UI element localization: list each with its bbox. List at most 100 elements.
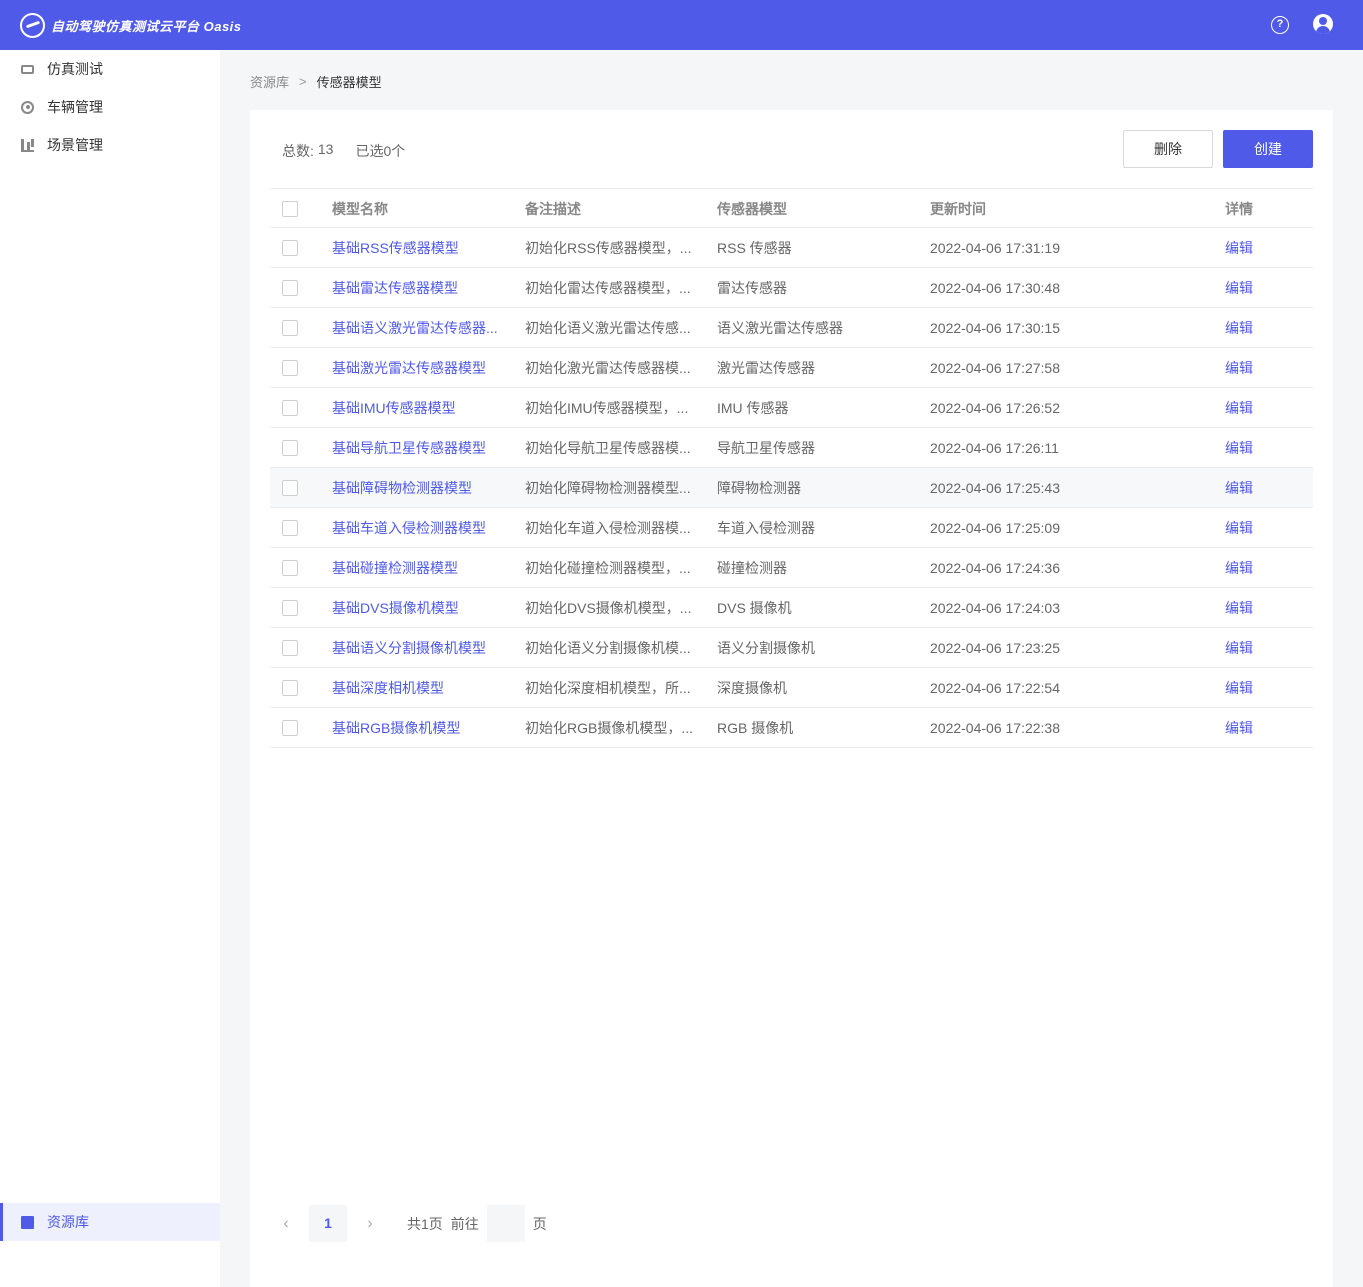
page-number-button[interactable]: 1 (309, 1205, 347, 1242)
model-name-link[interactable]: 基础激光雷达传感器模型 (332, 348, 502, 388)
edit-link[interactable]: 编辑 (1225, 588, 1285, 628)
sidebar-item-simulation-test[interactable]: 仿真测试 (0, 50, 220, 88)
model-name-link[interactable]: 基础车道入侵检测器模型 (332, 508, 502, 548)
sidebar-item-resource-library[interactable]: 资源库 (0, 1203, 220, 1241)
sidebar-item-label: 场景管理 (47, 137, 103, 153)
row-checkbox[interactable] (282, 240, 298, 256)
model-name-link[interactable]: 基础雷达传感器模型 (332, 268, 502, 308)
row-checkbox[interactable] (282, 640, 298, 656)
model-description: 初始化激光雷达传感器模... (525, 360, 691, 376)
select-all-checkbox[interactable] (282, 201, 298, 217)
sidebar: 仿真测试 车辆管理 场景管理 资源库 (0, 50, 220, 1287)
model-description: 初始化IMU传感器模型，... (525, 400, 689, 416)
sidebar-item-label: 资源库 (47, 1214, 89, 1230)
column-header-detail: 详情 (1225, 201, 1253, 217)
model-name-link[interactable]: 基础RSS传感器模型 (332, 228, 502, 268)
table-row: 基础DVS摄像机模型 初始化DVS摄像机模型，... DVS 摄像机 2022-04-… (270, 588, 1313, 628)
updated-time: 2022-04-06 17:22:54 (930, 680, 1060, 696)
sensor-model-type: IMU 传感器 (717, 400, 789, 416)
sensor-model-type: 激光雷达传感器 (717, 360, 815, 376)
help-icon[interactable]: ? (1271, 16, 1289, 34)
model-name-link[interactable]: 基础IMU传感器模型 (332, 388, 502, 428)
model-name-link[interactable]: 基础语义激光雷达传感器... (332, 308, 502, 348)
edit-link[interactable]: 编辑 (1225, 508, 1285, 548)
sidebar-item-scene-management[interactable]: 场景管理 (0, 126, 220, 164)
user-avatar-icon[interactable] (1313, 14, 1333, 34)
sensor-model-type: 语义激光雷达传感器 (717, 320, 843, 336)
row-checkbox[interactable] (282, 560, 298, 576)
edit-link[interactable]: 编辑 (1225, 708, 1285, 748)
model-name-link[interactable]: 基础DVS摄像机模型 (332, 588, 502, 628)
table-row: 基础激光雷达传感器模型 初始化激光雷达传感器模... 激光雷达传感器 2022-04-… (270, 348, 1313, 388)
sensor-model-type: 雷达传感器 (717, 280, 787, 296)
updated-time: 2022-04-06 17:26:52 (930, 400, 1060, 416)
model-name-link[interactable]: 基础障碍物检测器模型 (332, 468, 502, 508)
updated-time: 2022-04-06 17:25:09 (930, 520, 1060, 536)
total-pages-text: 共1页 (407, 1215, 443, 1232)
row-checkbox[interactable] (282, 280, 298, 296)
table-row: 基础雷达传感器模型 初始化雷达传感器模型，... 雷达传感器 2022-04-06 1… (270, 268, 1313, 308)
sidebar-item-vehicle-management[interactable]: 车辆管理 (0, 88, 220, 126)
row-checkbox[interactable] (282, 440, 298, 456)
edit-link[interactable]: 编辑 (1225, 548, 1285, 588)
table-row: 基础语义分割摄像机模型 初始化语义分割摄像机模... 语义分割摄像机 2022-04-… (270, 628, 1313, 668)
model-name-link[interactable]: 基础语义分割摄像机模型 (332, 628, 502, 668)
model-description: 初始化语义分割摄像机模... (525, 640, 691, 656)
table-row: 基础深度相机模型 初始化深度相机模型，所... 深度摄像机 2022-04-06 17… (270, 668, 1313, 708)
sensor-model-type: 深度摄像机 (717, 680, 787, 696)
edit-link[interactable]: 编辑 (1225, 628, 1285, 668)
edit-link[interactable]: 编辑 (1225, 268, 1285, 308)
model-name-link[interactable]: 基础深度相机模型 (332, 668, 502, 708)
edit-link[interactable]: 编辑 (1225, 668, 1285, 708)
row-checkbox[interactable] (282, 680, 298, 696)
table-summary: 总数: 13 已选0个 (282, 141, 409, 161)
updated-time: 2022-04-06 17:30:48 (930, 280, 1060, 296)
table-row: 基础RSS传感器模型 初始化RSS传感器模型，... RSS 传感器 2022-04-… (270, 228, 1313, 268)
sensor-model-type: DVS 摄像机 (717, 600, 792, 616)
table-row: 基础导航卫星传感器模型 初始化导航卫星传感器模... 导航卫星传感器 2022-04-… (270, 428, 1313, 468)
updated-time: 2022-04-06 17:25:43 (930, 480, 1060, 496)
create-button[interactable]: 创建 (1223, 130, 1313, 168)
book-icon (21, 1215, 34, 1229)
row-checkbox[interactable] (282, 520, 298, 536)
model-description: 初始化深度相机模型，所... (525, 680, 691, 696)
total-count-value: 13 (317, 141, 334, 157)
updated-time: 2022-04-06 17:23:25 (930, 640, 1060, 656)
prev-page-button[interactable]: ‹ (271, 1215, 301, 1233)
row-checkbox[interactable] (282, 600, 298, 616)
edit-link[interactable]: 编辑 (1225, 428, 1285, 468)
sensor-model-table: 模型名称 备注描述 传感器模型 更新时间 详情 基础RSS传感器模型 初始化RSS… (270, 188, 1313, 748)
column-header-name[interactable]: 模型名称 (332, 189, 502, 229)
model-name-link[interactable]: 基础RGB摄像机模型 (332, 708, 502, 748)
model-description: 初始化DVS摄像机模型，... (525, 600, 692, 616)
edit-link[interactable]: 编辑 (1225, 388, 1285, 428)
monitor-icon (21, 64, 34, 74)
edit-link[interactable]: 编辑 (1225, 308, 1285, 348)
updated-time: 2022-04-06 17:31:19 (930, 240, 1060, 256)
row-checkbox[interactable] (282, 400, 298, 416)
table-row: 基础RGB摄像机模型 初始化RGB摄像机模型，... RGB 摄像机 2022-04-… (270, 708, 1313, 748)
row-checkbox[interactable] (282, 480, 298, 496)
next-page-button[interactable]: › (355, 1215, 385, 1233)
row-checkbox[interactable] (282, 720, 298, 736)
delete-button[interactable]: 删除 (1123, 130, 1213, 168)
model-description: 初始化雷达传感器模型，... (525, 280, 691, 296)
sensor-model-type: 车道入侵检测器 (717, 520, 815, 536)
model-name-link[interactable]: 基础导航卫星传感器模型 (332, 428, 502, 468)
edit-link[interactable]: 编辑 (1225, 228, 1285, 268)
sensor-model-type: RSS 传感器 (717, 240, 792, 256)
column-header-updated-time: 更新时间 (930, 201, 986, 217)
row-checkbox[interactable] (282, 320, 298, 336)
edit-link[interactable]: 编辑 (1225, 468, 1285, 508)
breadcrumb-current: 传感器模型 (316, 74, 382, 90)
wheel-icon (21, 100, 34, 114)
app-logo[interactable]: 自动驾驶仿真测试云平台 Oasis (20, 12, 242, 38)
breadcrumb-root-link[interactable]: 资源库 (250, 72, 289, 91)
model-name-link[interactable]: 基础碰撞检测器模型 (332, 548, 502, 588)
updated-time: 2022-04-06 17:30:15 (930, 320, 1060, 336)
avatar-head-shape (1319, 17, 1327, 25)
edit-link[interactable]: 编辑 (1225, 348, 1285, 388)
row-checkbox[interactable] (282, 360, 298, 376)
goto-page-input[interactable] (486, 1205, 525, 1242)
avatar-body-shape (1316, 26, 1330, 34)
